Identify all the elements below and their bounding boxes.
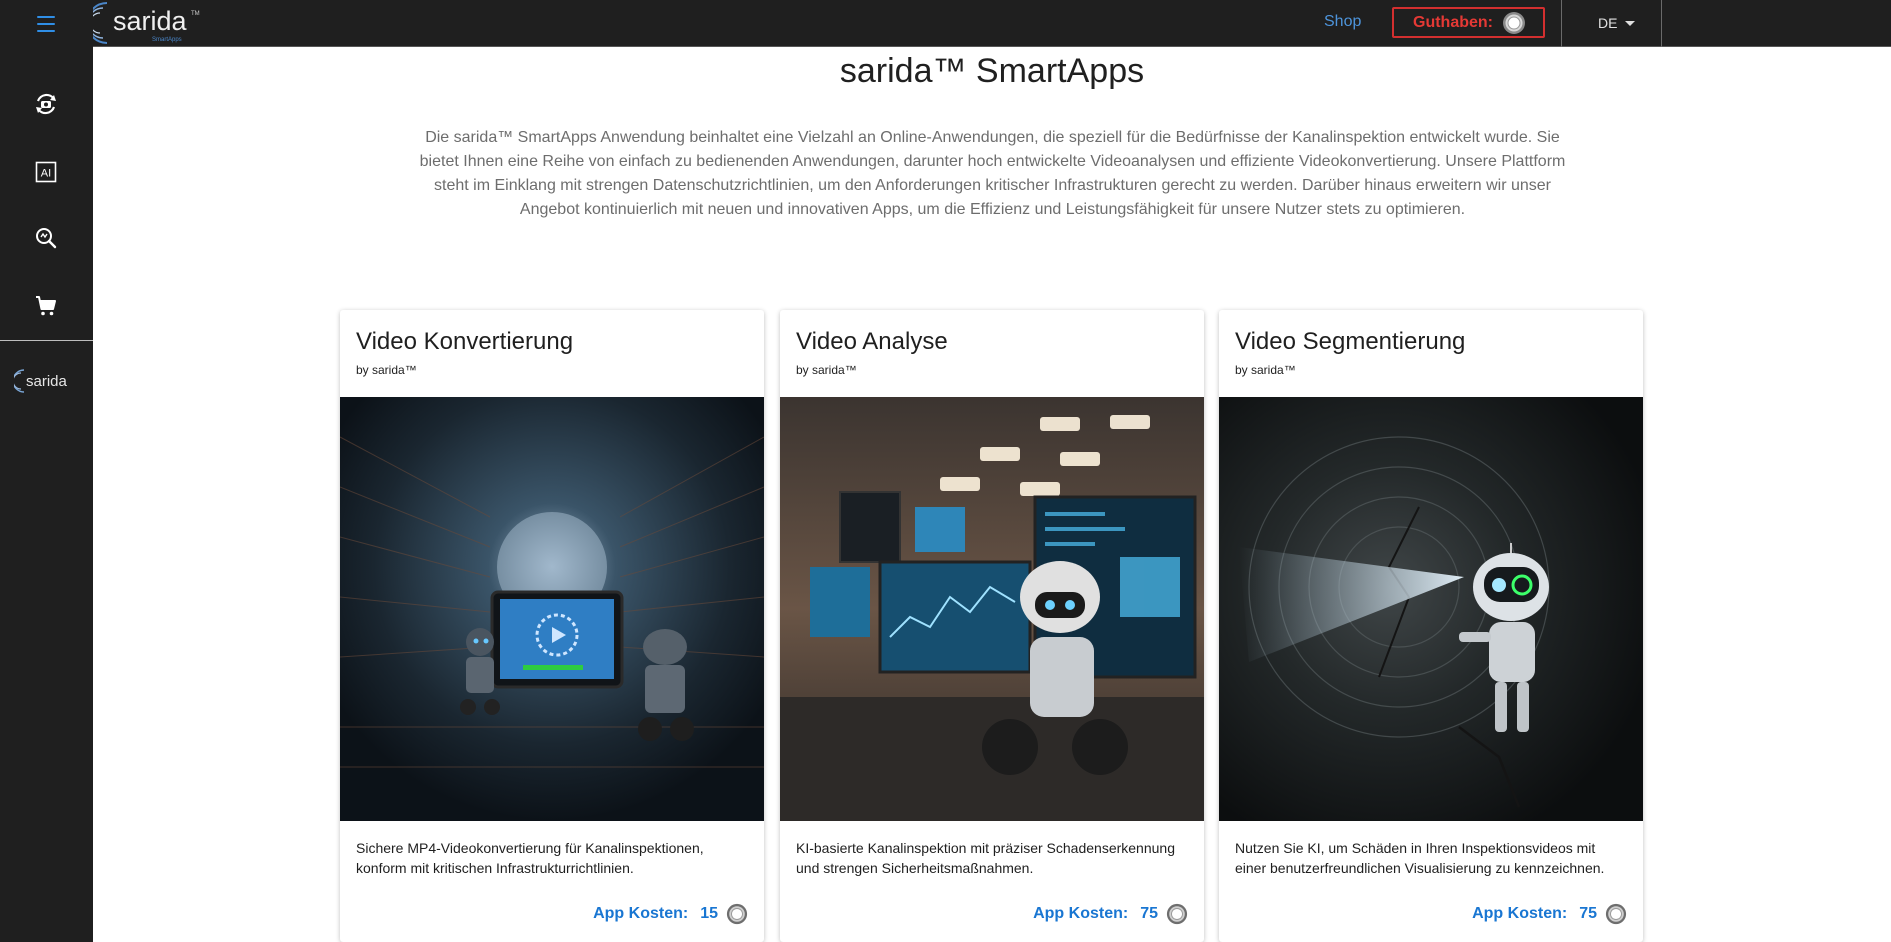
coin-icon [1166,903,1188,925]
cost-value: 15 [700,905,718,922]
header-logo-sub: SmartApps [152,37,182,43]
caret-down-icon [1625,20,1636,26]
sidebar: AI sarida [0,0,93,942]
coin-icon [1605,903,1627,925]
sidebar-logo-text: sarida [26,373,68,390]
app-card-video-segmentierung[interactable]: Video Segmentierung by sarida™ Nutzen Si… [1219,310,1643,942]
card-author: by sarida™ [796,363,857,377]
svg-text:AI: AI [41,168,51,180]
cart-icon[interactable] [26,286,66,326]
app-card-video-analyse[interactable]: Video Analyse by sarida™ KI-basierte Kan… [780,310,1204,942]
card-cost: App Kosten: 75 [1033,903,1188,925]
menu-icon[interactable] [31,13,61,35]
card-title: Video Konvertierung [356,328,574,355]
header-divider [1561,0,1562,47]
cost-value: 75 [1140,905,1158,922]
card-description: KI-basierte Kanalinspektion mit präziser… [796,840,1175,876]
credit-label: Guthaben: [1413,13,1493,31]
header-logo-text: sarida [113,6,188,36]
language-label: DE [1598,15,1618,31]
header-logo[interactable]: sarida SmartApps TM [86,0,203,46]
card-cost: App Kosten: 75 [1472,903,1627,925]
card-description: Sichere MP4-Videokonvertierung für Kanal… [356,840,704,876]
page-title: sarida™ SmartApps [839,52,1145,90]
top-header: sarida SmartApps TM Shop Guthaben: DE [86,0,1891,47]
card-title: Video Segmentierung [1235,328,1466,355]
coin-icon [1503,11,1525,34]
card-title: Video Analyse [796,328,948,355]
cost-label: App Kosten: [1472,905,1568,922]
intro-text: Die sarida™ SmartApps Anwendung beinhalt… [419,129,1566,218]
app-card-video-konvertierung[interactable]: Video Konvertierung by sarida™ Sichere M… [340,310,764,942]
card-image-tunnel-tablet-robots [340,397,764,821]
rotate-camera-icon[interactable] [26,84,66,124]
cost-value: 75 [1579,905,1597,922]
card-image-control-room-robot [780,397,1204,821]
card-cost: App Kosten: 15 [593,903,748,925]
header-logo-tm: TM [191,11,200,17]
cost-label: App Kosten: [593,905,689,922]
card-image-pipe-robot-flashlight [1219,397,1643,821]
coin-icon [726,903,748,925]
sidebar-logo[interactable]: sarida [12,366,76,396]
ai-icon[interactable]: AI [26,152,66,192]
credit-button[interactable]: Guthaben: [1392,7,1545,38]
card-author: by sarida™ [1235,363,1296,377]
language-dropdown[interactable]: DE [1598,15,1636,31]
card-description: Nutzen Sie KI, um Schäden in Ihren Inspe… [1235,840,1605,876]
zoom-search-icon[interactable] [26,218,66,258]
card-author: by sarida™ [356,363,417,377]
sidebar-divider [0,340,93,341]
cost-label: App Kosten: [1033,905,1129,922]
shop-link[interactable]: Shop [1324,13,1361,31]
header-divider [1661,0,1662,47]
